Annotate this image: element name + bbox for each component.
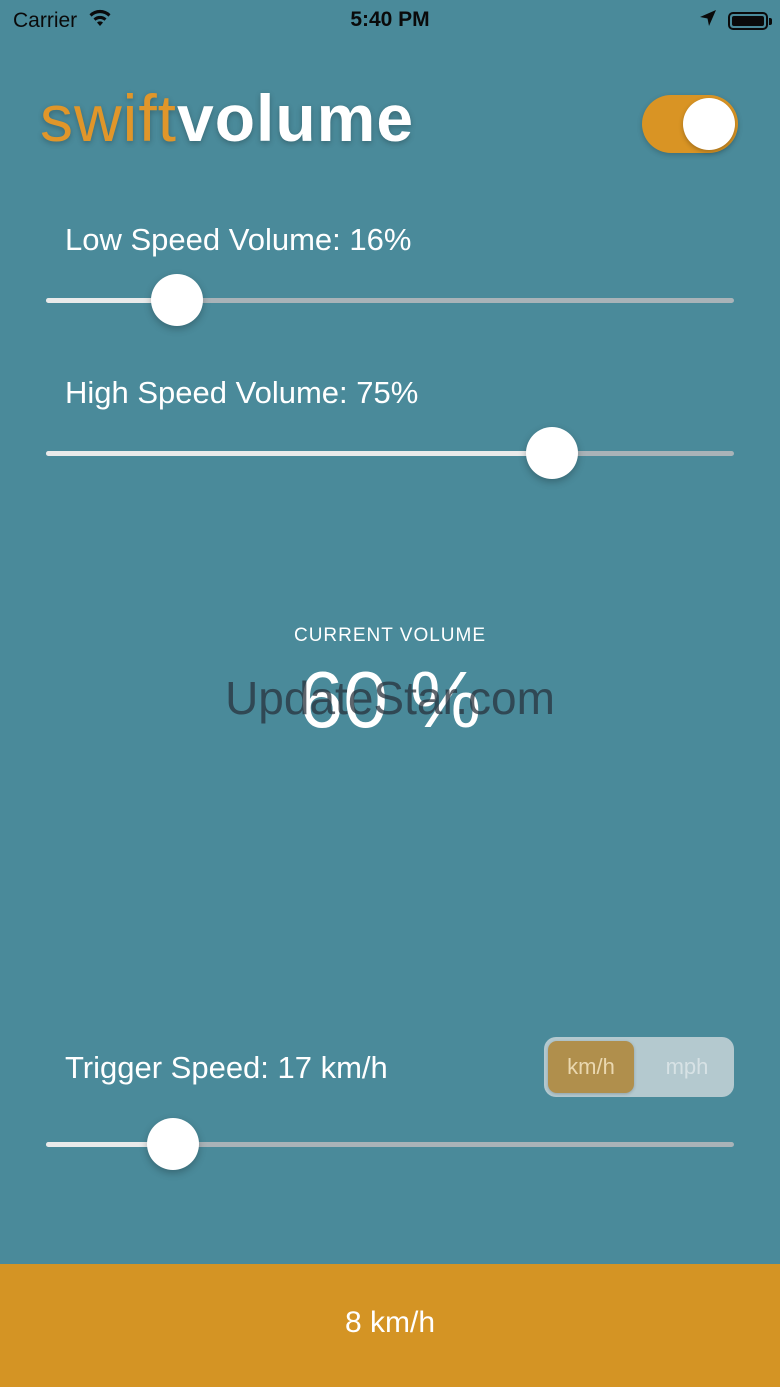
status-right bbox=[698, 8, 772, 34]
high-speed-volume-slider[interactable] bbox=[46, 426, 734, 480]
trigger-speed-slider[interactable] bbox=[46, 1117, 734, 1171]
unit-segment-kmh[interactable]: km/h bbox=[548, 1041, 634, 1093]
location-arrow-icon bbox=[698, 8, 718, 34]
logo-volume-text: volume bbox=[177, 81, 415, 155]
enable-toggle[interactable] bbox=[642, 95, 738, 153]
high-speed-volume-label: High Speed Volume: 75% bbox=[65, 375, 419, 410]
logo-swift-text: swift bbox=[40, 81, 177, 155]
status-time: 5:40 PM bbox=[350, 8, 430, 31]
trigger-speed-label: Trigger Speed: 17 km/h bbox=[65, 1050, 388, 1085]
status-bar: Carrier 5:40 PM bbox=[0, 0, 780, 40]
current-speed-bar: 8 km/h bbox=[0, 1264, 780, 1387]
current-volume-label: CURRENT VOLUME bbox=[293, 625, 487, 646]
app-logo: swiftvolume bbox=[40, 78, 414, 158]
toggle-knob bbox=[683, 98, 735, 150]
unit-segmented-control: km/h mph bbox=[544, 1037, 734, 1097]
slider-thumb[interactable] bbox=[525, 427, 578, 479]
unit-segment-mph[interactable]: mph bbox=[644, 1041, 730, 1093]
app-screen: Carrier 5:40 PM swiftvolume Low Speed Vo… bbox=[0, 0, 780, 1387]
current-speed-value: 8 km/h bbox=[344, 1306, 436, 1339]
slider-thumb[interactable] bbox=[150, 274, 203, 326]
slider-thumb[interactable] bbox=[147, 1118, 200, 1170]
battery-icon bbox=[728, 12, 772, 30]
low-speed-volume-slider[interactable] bbox=[46, 273, 734, 327]
slider-fill bbox=[46, 451, 552, 456]
watermark-text: UpdateStar.com bbox=[225, 672, 555, 724]
low-speed-volume-label: Low Speed Volume: 16% bbox=[65, 222, 412, 257]
